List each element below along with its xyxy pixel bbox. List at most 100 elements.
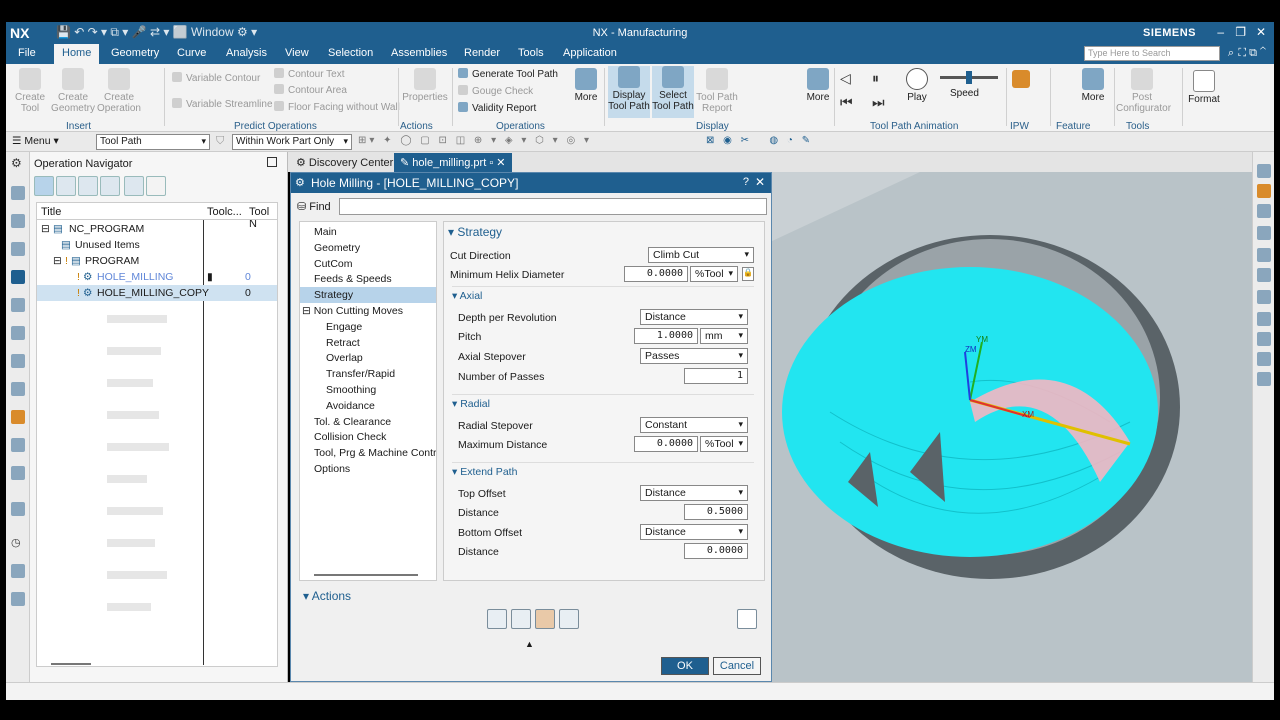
window-tools-icon[interactable]: ⛶ ⧉ ⌃	[1238, 47, 1266, 60]
ok-button[interactable]: OK	[661, 657, 709, 675]
extend-path-header[interactable]: ▾ Extend Path	[452, 462, 754, 480]
min-helix-input[interactable]: 0.0000	[624, 266, 688, 282]
page-tol-clearance[interactable]: Tol. & Clearance	[300, 414, 436, 430]
tab-curve[interactable]: Curve	[177, 47, 206, 59]
display-settings-icon[interactable]	[1257, 372, 1271, 386]
cut-icon[interactable]	[146, 176, 166, 196]
scope-select[interactable]: Within Work Part Only	[232, 134, 352, 150]
tab-options-icon[interactable]: ▫	[489, 157, 493, 169]
previous-icon[interactable]: ⏮	[840, 94, 853, 111]
operation-navigator-icon[interactable]	[11, 270, 25, 284]
play-button[interactable]: Play	[902, 68, 932, 103]
tree-row-hole-milling[interactable]: ! ⚙ HOLE_MILLING ▮ 0	[37, 269, 277, 285]
page-cutcom[interactable]: CutCom	[300, 256, 436, 272]
column-toolchange[interactable]: Toolc...	[207, 206, 242, 218]
create-operation-button[interactable]: Create Operation	[94, 68, 144, 114]
page-avoidance[interactable]: Avoidance	[300, 398, 436, 414]
maximize-icon[interactable]	[267, 157, 277, 167]
tab-view[interactable]: View	[285, 47, 309, 59]
feature-more-button[interactable]: More	[1078, 68, 1108, 103]
number-of-passes-input[interactable]: 1	[684, 368, 748, 384]
tool-path-report-button[interactable]: Tool Path Report	[696, 68, 738, 114]
page-transfer-rapid[interactable]: Transfer/Rapid	[300, 366, 436, 382]
graphics-window[interactable]: ZM YM XM	[770, 172, 1252, 682]
axial-header[interactable]: ▾ Axial	[452, 286, 754, 304]
refresh-icon[interactable]	[1257, 164, 1271, 178]
validity-report-button[interactable]: Validity Report	[458, 102, 536, 114]
page-smoothing[interactable]: Smoothing	[300, 382, 436, 398]
pitch-unit-select[interactable]: mm	[700, 328, 748, 344]
tree-row-nc-program[interactable]: ⊟ ▤ NC_PROGRAM	[37, 221, 277, 237]
tree-row-unused-items[interactable]: ▤ Unused Items	[37, 237, 277, 253]
pitch-input[interactable]: 1.0000	[634, 328, 698, 344]
page-tool-prg-machine-contro[interactable]: Tool, Prg & Machine Contro	[300, 445, 436, 461]
collapse-icon[interactable]: ⊟	[41, 223, 50, 235]
radial-header[interactable]: ▾ Radial	[452, 394, 754, 412]
hd3d-tools-icon[interactable]	[11, 410, 25, 424]
collapse-icon[interactable]: ⊟	[53, 255, 62, 267]
verify-icon[interactable]	[535, 609, 555, 629]
tab-assemblies[interactable]: Assemblies	[391, 47, 447, 59]
replay-icon[interactable]	[511, 609, 531, 629]
display-tool-path-button[interactable]: Display Tool Path	[608, 66, 650, 118]
bottom-distance-input[interactable]: 0.0000	[684, 543, 748, 559]
tab-selection[interactable]: Selection	[328, 47, 373, 59]
assembly-navigator-icon[interactable]	[11, 186, 25, 200]
close-icon[interactable]: ✕	[1256, 25, 1266, 39]
process-studio-icon[interactable]	[11, 564, 25, 578]
list-icon[interactable]	[559, 609, 579, 629]
reuse-library-icon[interactable]	[11, 354, 25, 368]
machine-tool-view-icon[interactable]	[56, 176, 76, 196]
machine-tool-navigator-icon[interactable]	[11, 298, 25, 312]
select-tool-path-button[interactable]: Select Tool Path	[652, 66, 694, 118]
settings-icon[interactable]: ⚙	[11, 156, 25, 170]
tree-row-program[interactable]: ⊟ ! ▤ PROGRAM	[37, 253, 277, 269]
dialog-close-icon[interactable]: ✕	[755, 175, 765, 189]
strategy-header[interactable]: ▾ Strategy	[448, 225, 502, 239]
tab-home[interactable]: Home	[54, 44, 100, 64]
contour-area-button[interactable]: Contour Area	[274, 84, 347, 96]
find-input[interactable]	[339, 198, 767, 215]
page-main[interactable]: Main	[300, 224, 436, 240]
show-object-icon[interactable]	[124, 176, 144, 196]
pause-icon[interactable]: ⏸	[872, 70, 879, 87]
cut-direction-select[interactable]: Climb Cut	[648, 247, 754, 263]
create-geometry-button[interactable]: Create Geometry	[50, 68, 96, 114]
display-tools-icons[interactable]: ⊠ ◉ ✂ ◍ ◔ ✎	[706, 135, 813, 146]
constraint-navigator-icon[interactable]	[11, 214, 25, 228]
variable-streamline-button[interactable]: Variable Streamline	[172, 98, 273, 110]
shade-icon[interactable]	[1257, 184, 1271, 198]
web-browser-icon[interactable]	[11, 438, 25, 452]
eraser-icon[interactable]	[1257, 226, 1271, 240]
dialog-title-bar[interactable]: ⚙ Hole Milling - [HOLE_MILLING_COPY] ? ✕	[291, 173, 771, 193]
top-distance-input[interactable]: 0.5000	[684, 504, 748, 520]
search-icon[interactable]: ⌕	[1228, 47, 1234, 60]
horizontal-scrollbar[interactable]	[51, 663, 91, 665]
snap-tools-icons[interactable]: ⊞▾ ✦ ◯ ▢ ⊡ ◫ ⊕ ▾ ◈ ▾ ⬡ ▾ ◎ ▾	[358, 135, 592, 146]
properties-button[interactable]: Properties	[402, 68, 448, 103]
manufacturing-wizard-icon[interactable]	[11, 592, 25, 606]
radial-stepover-select[interactable]: Constant	[640, 417, 748, 433]
min-helix-unit-select[interactable]: %Tool	[690, 266, 738, 282]
eye-icon[interactable]	[1257, 268, 1271, 282]
page-overlap[interactable]: Overlap	[300, 350, 436, 366]
horizontal-scrollbar[interactable]	[314, 574, 418, 576]
tab-analysis[interactable]: Analysis	[226, 47, 267, 59]
tab-file[interactable]: File	[18, 47, 36, 59]
part-navigator-icon[interactable]	[11, 242, 25, 256]
pencil-icon[interactable]	[1257, 204, 1271, 218]
page-feeds-speeds[interactable]: Feeds & Speeds	[300, 271, 436, 287]
depth-per-revolution-select[interactable]: Distance	[640, 309, 748, 325]
tab-close-icon[interactable]: ✕	[496, 157, 505, 169]
fit-icon[interactable]	[1257, 352, 1271, 366]
render-style-icon[interactable]	[1257, 248, 1271, 262]
roles-icon[interactable]	[11, 382, 25, 396]
model-view[interactable]: ZM YM XM	[770, 172, 1252, 682]
cancel-button[interactable]: Cancel	[713, 657, 761, 675]
bottom-offset-select[interactable]: Distance	[640, 524, 748, 540]
speed-slider[interactable]	[940, 71, 998, 84]
type-filter-select[interactable]: Tool Path	[96, 134, 210, 150]
collapse-icon[interactable]: ⊟	[302, 305, 314, 317]
maximum-distance-input[interactable]: 0.0000	[634, 436, 698, 452]
page-strategy[interactable]: Strategy	[300, 287, 436, 304]
